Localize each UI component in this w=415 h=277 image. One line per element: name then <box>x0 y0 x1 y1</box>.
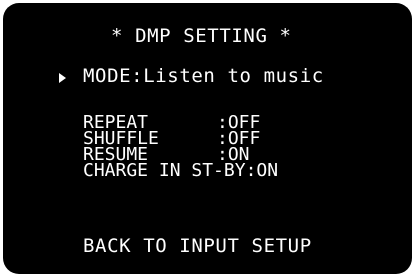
selection-cursor-icon <box>59 73 66 83</box>
setting-label: CHARGE IN ST-BY <box>83 160 246 181</box>
setting-charge-in-standby[interactable]: CHARGE IN ST-BY:ON <box>83 160 279 181</box>
back-to-input-setup-item[interactable]: BACK TO INPUT SETUP <box>83 237 312 256</box>
settings-list: REPEAT:OFF SHUFFLE:OFF RESUME:ON CHARGE … <box>83 114 279 181</box>
menu-title: * DMP SETTING * <box>111 25 292 47</box>
mode-value: Listen to music <box>143 65 324 87</box>
mode-label: MODE: <box>83 65 144 87</box>
setting-value: :ON <box>245 160 279 181</box>
mode-menu-item[interactable]: MODE:Listen to music <box>83 67 324 86</box>
dmp-setting-screen: * DMP SETTING * MODE:Listen to music REP… <box>3 3 412 274</box>
